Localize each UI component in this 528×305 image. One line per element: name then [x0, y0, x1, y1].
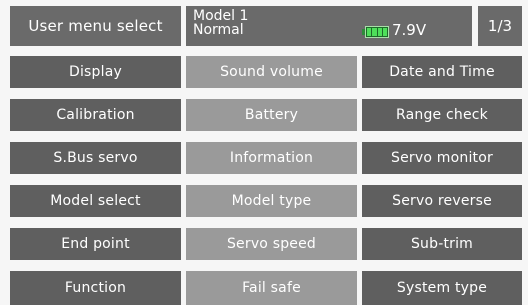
page-indicator-button[interactable]: 1/3 [478, 6, 522, 46]
menu-sound-volume-button[interactable]: Sound volume [186, 56, 357, 88]
menu-range-check-button[interactable]: Range check [362, 99, 522, 131]
model-info-panel[interactable]: Model 1 Normal 7.9V [186, 6, 472, 46]
menu-end-point-button[interactable]: End point [10, 228, 181, 260]
menu-sub-trim-button[interactable]: Sub-trim [362, 228, 522, 260]
menu-battery-button[interactable]: Battery [186, 99, 357, 131]
battery-voltage: 7.9V [392, 21, 427, 39]
menu-function-button[interactable]: Function [10, 271, 181, 305]
menu-model-type-button[interactable]: Model type [186, 185, 357, 217]
menu-system-type-button[interactable]: System type [362, 271, 522, 305]
menu-model-select-button[interactable]: Model select [10, 185, 181, 217]
menu-servo-reverse-button[interactable]: Servo reverse [362, 185, 522, 217]
menu-fail-safe-button[interactable]: Fail safe [186, 271, 357, 305]
header-bar: User menu select Model 1 Normal 7.9V 1/3 [0, 0, 528, 48]
user-menu-screen: User menu select Model 1 Normal 7.9V 1/3… [0, 0, 528, 305]
menu-calibration-button[interactable]: Calibration [10, 99, 181, 131]
menu-information-button[interactable]: Information [186, 142, 357, 174]
condition-name: Normal [193, 22, 244, 38]
model-name: Model 1 [193, 8, 249, 24]
menu-servo-speed-button[interactable]: Servo speed [186, 228, 357, 260]
menu-sbus-servo-button[interactable]: S.Bus servo [10, 142, 181, 174]
menu-servo-monitor-button[interactable]: Servo monitor [362, 142, 522, 174]
menu-date-time-button[interactable]: Date and Time [362, 56, 522, 88]
screen-title: User menu select [10, 6, 181, 46]
battery-icon [362, 26, 390, 38]
menu-display-button[interactable]: Display [10, 56, 181, 88]
